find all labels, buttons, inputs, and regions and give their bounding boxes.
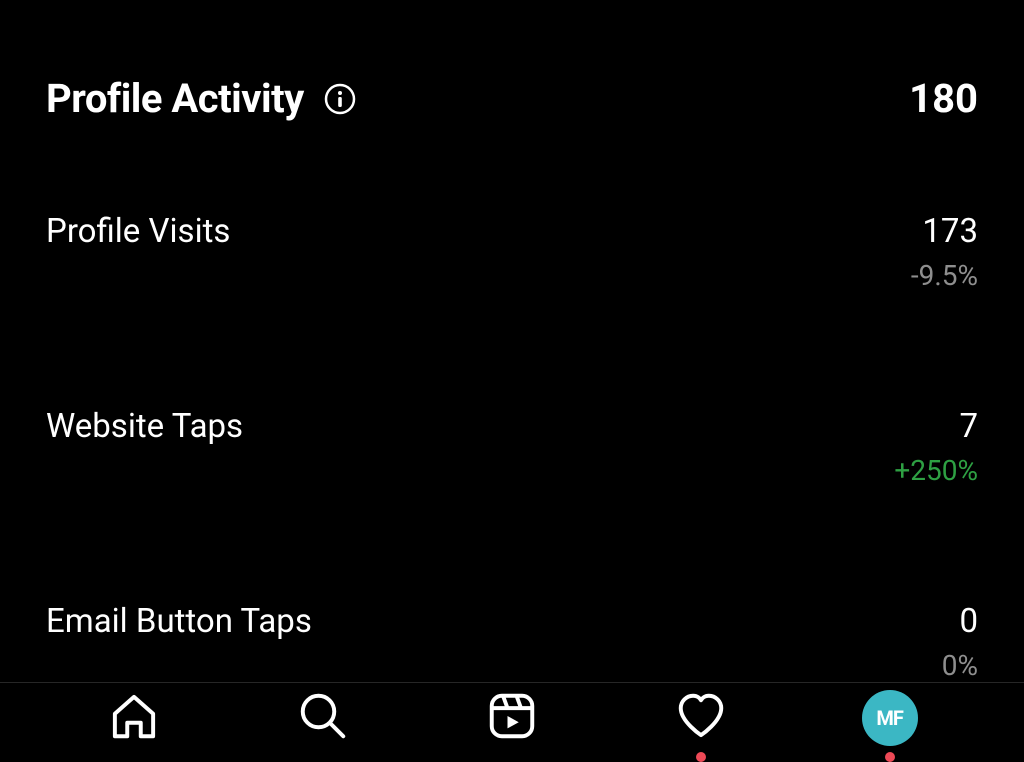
metric-values: 0 0% [942, 602, 978, 682]
nav-activity[interactable] [671, 688, 731, 748]
page-title: Profile Activity [46, 75, 304, 122]
nav-reels[interactable] [482, 688, 542, 748]
avatar: MF [862, 690, 918, 746]
bottom-nav: MF [0, 682, 1024, 753]
notification-dot [885, 752, 895, 762]
nav-home[interactable] [104, 688, 164, 748]
metric-row: Website Taps 7 +250% [46, 407, 978, 487]
search-icon [296, 689, 350, 747]
header-left: Profile Activity [46, 75, 356, 122]
header-total: 180 [909, 75, 978, 122]
metric-change: 0% [942, 649, 978, 682]
metric-label: Website Taps [46, 407, 243, 487]
metric-values: 7 +250% [894, 407, 978, 487]
notification-dot [696, 752, 706, 762]
metric-value: 7 [959, 407, 978, 446]
avatar-initials: MF [876, 706, 903, 730]
metric-values: 173 -9.5% [911, 212, 978, 292]
nav-profile[interactable]: MF [860, 688, 920, 748]
metric-value: 173 [922, 212, 978, 251]
metric-value: 0 [959, 602, 978, 641]
nav-search[interactable] [293, 688, 353, 748]
metric-change: +250% [894, 454, 978, 487]
content: Profile Activity 180 Profile Visits 173 … [0, 0, 1024, 682]
heart-icon [674, 689, 728, 747]
info-icon[interactable] [324, 83, 356, 115]
metric-label: Profile Visits [46, 212, 230, 292]
metric-label: Email Button Taps [46, 602, 312, 682]
metric-row: Email Button Taps 0 0% [46, 602, 978, 682]
metric-change: -9.5% [911, 259, 978, 292]
metric-row: Profile Visits 173 -9.5% [46, 212, 978, 292]
header-row: Profile Activity 180 [46, 75, 978, 122]
reels-icon [485, 689, 539, 747]
home-icon [107, 689, 161, 747]
